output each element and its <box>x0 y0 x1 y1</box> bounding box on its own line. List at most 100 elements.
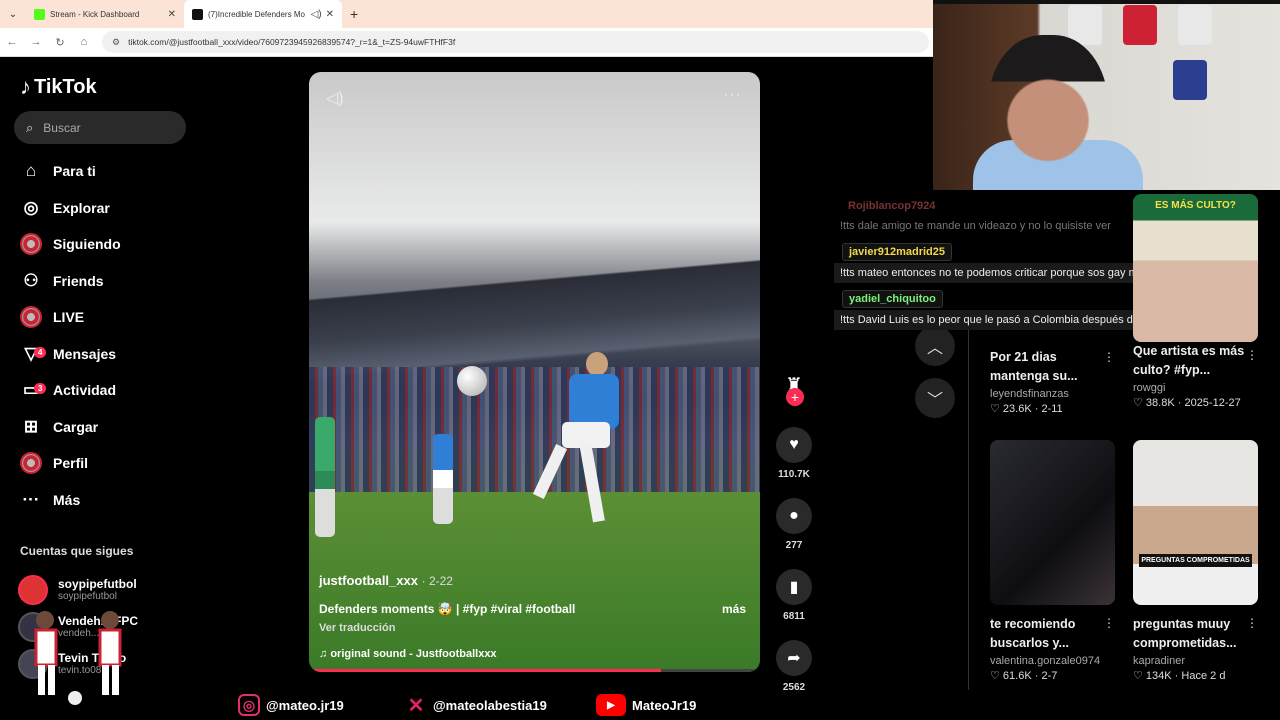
browser-toolbar: ← → ↻ ⌂ ⚙ tiktok.com/@justfootball_xxx/v… <box>0 28 933 57</box>
card-menu-icon[interactable]: ⋮ <box>1246 348 1258 362</box>
sidebar-item-label: Siguiendo <box>53 236 121 253</box>
sidebar-item-actividad[interactable]: ▭ 3 Actividad <box>20 372 121 409</box>
video-card[interactable]: Por 21 dias mantenga su... ⋮ leyendsfina… <box>990 348 1115 415</box>
url-text: tiktok.com/@justfootball_xxx/video/76097… <box>128 37 456 47</box>
caption-text: Defenders moments 🤯 | #fyp #viral #footb… <box>319 602 576 616</box>
comment-button[interactable]: ● <box>776 498 812 534</box>
save-button[interactable]: ▮ <box>776 569 812 605</box>
sidebar-item-friends[interactable]: ⚇ Friends <box>20 263 121 300</box>
video-card[interactable]: PREGUNTAS COMPROMETIDAS preguntas muuy c… <box>1133 440 1258 682</box>
action-bar: ♜ + ♥ 110.7K ● 277 ▮ 6811 ➦ 2562 <box>770 365 818 693</box>
sidebar-nav: ⌂ Para ti ◎ Explorar Siguiendo ⚇ Friends LIVE ▽ 4… <box>20 153 121 518</box>
football <box>457 366 487 396</box>
video-player[interactable]: ◁) ··· justfootball_xxx · 2-22 Defenders… <box>309 72 760 672</box>
youtube-icon: ▶ <box>596 694 626 716</box>
logo-text: TikTok <box>34 75 97 98</box>
card-date: 2-7 <box>1041 670 1058 682</box>
progress-bar[interactable] <box>309 669 760 672</box>
next-video-button[interactable]: ﹀ <box>915 378 955 418</box>
tab-tiktok-video[interactable]: (7)Incredible Defenders Mo ◁) ✕ <box>184 0 342 28</box>
like-button[interactable]: ♥ <box>776 427 812 463</box>
tab-title: Stream - Kick Dashboard <box>50 9 140 19</box>
friends-icon: ⚇ <box>23 270 39 290</box>
jersey-image <box>1173 60 1207 100</box>
sidebar-item-mensajes[interactable]: ▽ 4 Mensajes <box>20 336 121 373</box>
forward-arrow-icon[interactable]: → <box>24 36 48 48</box>
social-handle: MateoJr19 <box>632 697 697 713</box>
chat-text: !tts mateo entonces no te podemos critic… <box>834 263 1166 283</box>
close-tab-icon[interactable]: ✕ <box>326 9 334 20</box>
sidebar-item-para-ti[interactable]: ⌂ Para ti <box>20 153 121 190</box>
streamer-webcam <box>933 0 1280 190</box>
card-title: Por 21 dias mantenga su... <box>990 350 1078 383</box>
share-button[interactable]: ➦ <box>776 640 812 676</box>
address-bar[interactable]: ⚙ tiktok.com/@justfootball_xxx/video/760… <box>102 31 929 53</box>
following-name: soypipefutbol <box>58 577 137 591</box>
more-link[interactable]: más <box>722 602 746 616</box>
tiktok-favicon-icon <box>192 8 203 20</box>
follow-plus-icon[interactable]: + <box>786 388 804 406</box>
tab-search-icon[interactable]: ⌄ <box>0 0 26 28</box>
card-author: valentina.gonzale0974 <box>990 655 1101 667</box>
music-note-icon: ♫ <box>319 648 328 660</box>
divider <box>968 330 969 690</box>
sidebar-item-perfil[interactable]: Perfil <box>20 445 121 482</box>
player-figure <box>433 434 453 524</box>
sidebar-item-ms[interactable]: ··· Más <box>20 482 121 519</box>
creator-avatar[interactable]: ♜ + <box>774 365 814 406</box>
chevron-down-icon: ﹀ <box>926 392 943 409</box>
like-count: 110.7K <box>778 469 810 480</box>
sidebar-item-siguiendo[interactable]: Siguiendo <box>20 226 121 263</box>
card-title: Que artista es más culto? #fyp... <box>1133 344 1245 377</box>
search-input[interactable]: ⌕ Buscar <box>14 111 186 144</box>
video-card[interactable]: te recomiendo buscarlos y... ⋮ valentina… <box>990 440 1115 682</box>
video-author[interactable]: justfootball_xxx · 2-22 <box>319 573 746 588</box>
translate-link[interactable]: Ver traducción <box>319 622 746 634</box>
card-stats: ♡ 134K · Hace 2 d <box>1133 670 1226 682</box>
card-menu-icon[interactable]: ⋮ <box>1246 616 1258 630</box>
card-menu-icon[interactable]: ⋮ <box>1103 350 1115 364</box>
mute-tab-icon[interactable]: ◁) <box>311 9 322 20</box>
tiktok-logo[interactable]: ♪ TikTok <box>20 74 97 100</box>
new-tab-button[interactable]: + <box>350 6 358 22</box>
card-author: rowggi <box>1133 382 1166 394</box>
live-avatar-icon <box>20 306 42 329</box>
site-info-icon[interactable]: ⚙ <box>112 37 120 48</box>
tab-kick-dashboard[interactable]: Stream - Kick Dashboard ✕ <box>26 0 184 28</box>
card-likes: 38.8K <box>1145 397 1175 409</box>
sidebar-item-label: Mensajes <box>53 345 117 362</box>
instagram-handle: ◎ @mateo.jr19 <box>238 694 344 716</box>
bookmark-icon: ▮ <box>789 579 799 596</box>
messages-icon: ▽ 4 <box>20 343 47 365</box>
card-menu-icon[interactable]: ⋮ <box>1103 616 1115 630</box>
card-date: Hace 2 d <box>1181 670 1226 682</box>
x-icon: ✕ <box>407 694 425 717</box>
activity-icon: ▭ 3 <box>20 379 47 401</box>
jersey-image <box>1123 5 1157 45</box>
reload-icon[interactable]: ↻ <box>48 36 72 49</box>
browser-tab-bar: ⌄ Stream - Kick Dashboard ✕ (7)Incredibl… <box>0 0 933 28</box>
chat-text: !tts dale amigo te mande un videazo y no… <box>840 220 1111 232</box>
comment-icon: ● <box>789 507 799 524</box>
more-options-icon[interactable]: ··· <box>723 86 742 104</box>
card-title: preguntas muuy comprometidas... <box>1133 617 1237 650</box>
back-arrow-icon[interactable]: ← <box>0 36 24 48</box>
sidebar-item-live[interactable]: LIVE <box>20 299 121 336</box>
card-date: 2025-12-27 <box>1184 397 1241 409</box>
sidebar-item-cargar[interactable]: ⊞ Cargar <box>20 409 121 446</box>
sound-link[interactable]: ♫ original sound - Justfootballxxx <box>319 648 746 660</box>
sidebar-item-explorar[interactable]: ◎ Explorar <box>20 190 121 227</box>
save-count: 6811 <box>783 611 805 622</box>
webcam-border <box>933 0 1280 4</box>
card-date: 2-11 <box>1041 403 1063 415</box>
close-tab-icon[interactable]: ✕ <box>168 9 176 20</box>
video-info: justfootball_xxx · 2-22 Defenders moment… <box>319 573 746 660</box>
home-icon[interactable]: ⌂ <box>72 36 96 48</box>
video-date: 2-22 <box>428 574 453 588</box>
sound-name: original sound - Justfootballxxx <box>330 648 497 660</box>
volume-icon[interactable]: ◁) <box>326 88 344 108</box>
social-handle: @mateolabestia19 <box>433 697 547 713</box>
card-thumbnail <box>990 440 1115 605</box>
video-card[interactable]: ES MÁS CULTO? Que artista es más culto? … <box>1133 194 1258 409</box>
notification-badge: 4 <box>34 346 47 358</box>
